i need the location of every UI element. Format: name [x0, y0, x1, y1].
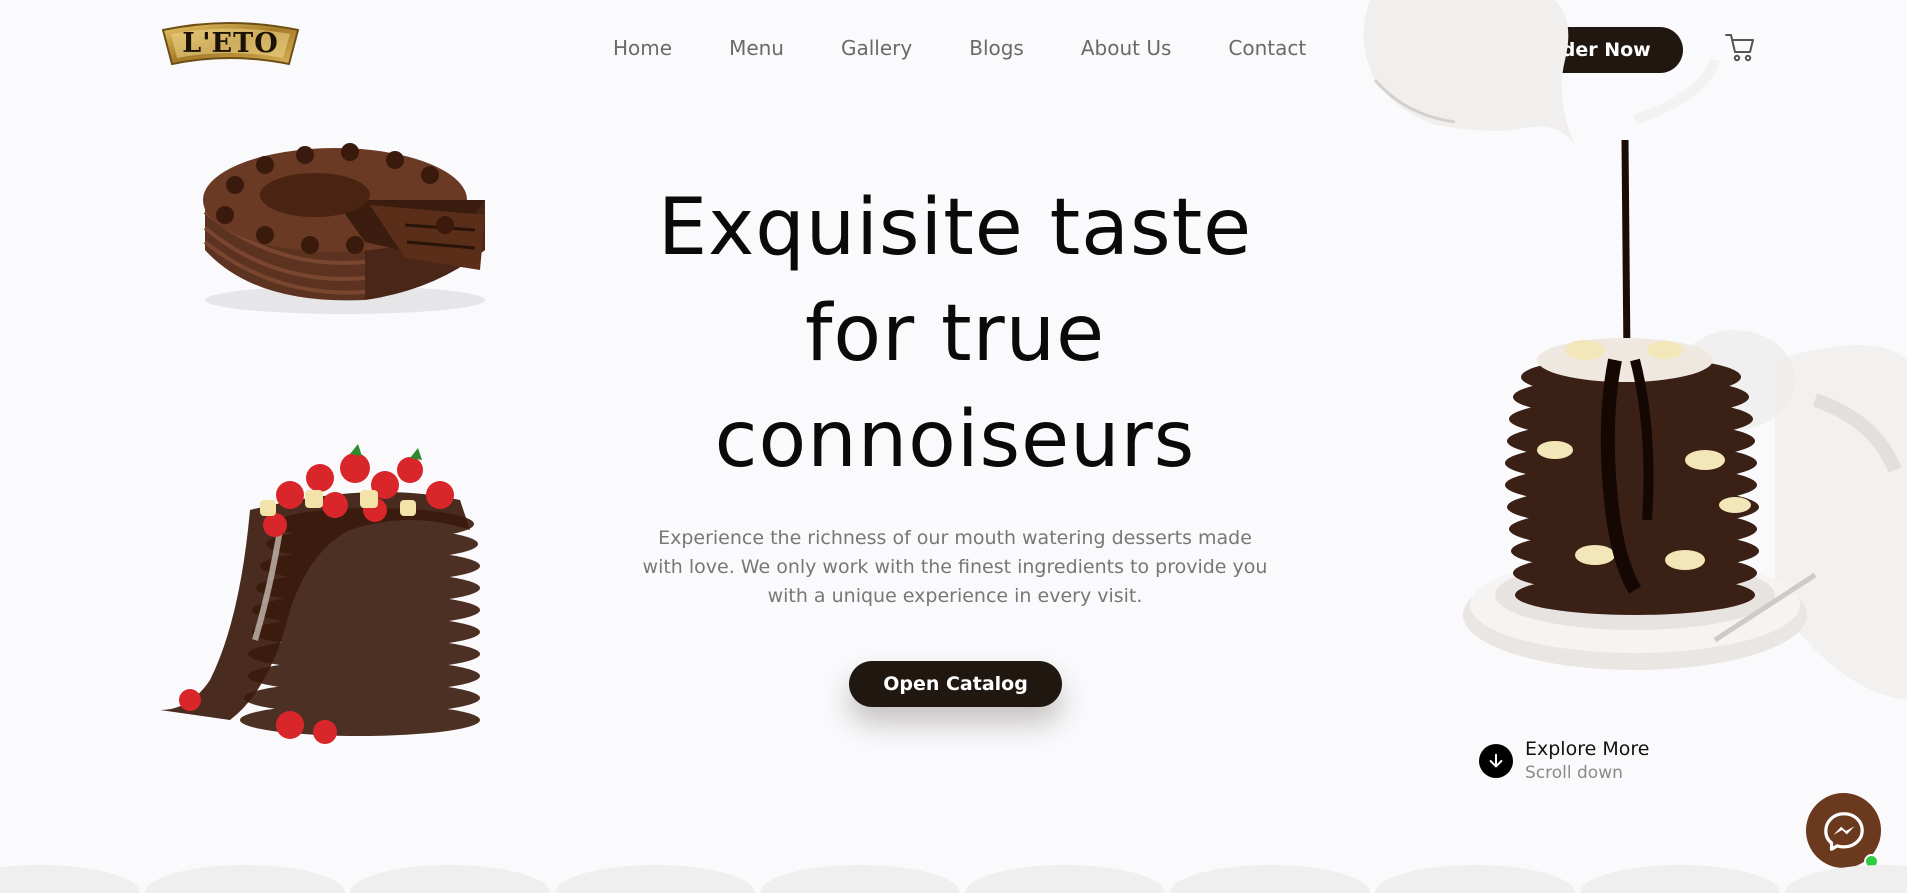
arrow-down-icon	[1479, 744, 1513, 778]
scalloped-divider	[0, 865, 1907, 893]
brand-logo[interactable]: L'ETO	[157, 20, 304, 70]
hero-title-line-3: connoiseurs	[714, 395, 1196, 485]
chocolate-cake-image	[203, 143, 485, 314]
messenger-icon	[1823, 811, 1864, 851]
nav-about-us[interactable]: About Us	[1081, 36, 1172, 60]
nav-contact[interactable]: Contact	[1228, 36, 1306, 60]
hero-title: Exquisite taste for true connoiseurs	[560, 175, 1350, 493]
hero-description: Experience the richness of our mouth wat…	[642, 527, 1268, 607]
nav-gallery[interactable]: Gallery	[841, 36, 912, 60]
logo-text: L'ETO	[182, 28, 279, 59]
nav-blogs[interactable]: Blogs	[969, 36, 1024, 60]
nav-menu[interactable]: Menu	[729, 36, 784, 60]
nav-home[interactable]: Home	[613, 36, 672, 60]
chocolate-pancake-image	[1363, 0, 1907, 700]
open-catalog-button[interactable]: Open Catalog	[849, 661, 1062, 707]
explore-more-title: Explore More	[1525, 738, 1650, 760]
main-nav: Home Menu Gallery Blogs About Us Contact	[613, 36, 1306, 60]
hero-title-line-2: for true	[804, 289, 1106, 379]
explore-more-link[interactable]: Explore More Scroll down	[1479, 737, 1649, 785]
scroll-down-label: Scroll down	[1525, 763, 1623, 783]
hero-title-line-1: Exquisite taste	[657, 183, 1253, 273]
pancake-strawberry-image	[160, 444, 480, 744]
